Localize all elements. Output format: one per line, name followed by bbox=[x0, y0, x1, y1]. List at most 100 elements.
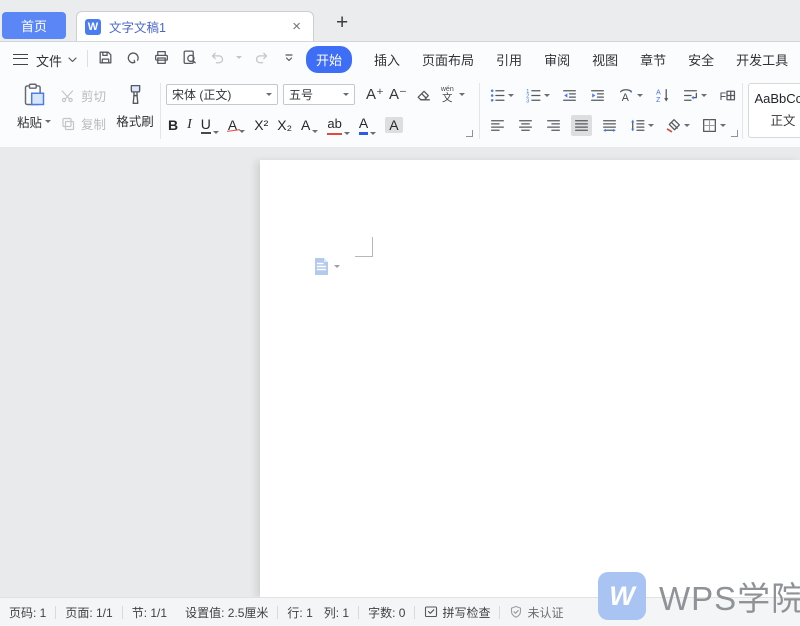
tab-review[interactable]: 审阅 bbox=[544, 50, 570, 69]
customize-toolbar-button[interactable] bbox=[280, 48, 298, 66]
tab-section[interactable]: 章节 bbox=[640, 50, 666, 69]
divider bbox=[160, 83, 161, 139]
bullets-dropdown-icon[interactable] bbox=[508, 94, 514, 97]
document-tab-title: 文字文稿1 bbox=[109, 17, 288, 36]
subscript-label: X₂ bbox=[277, 117, 292, 133]
line-spacing-button[interactable] bbox=[627, 115, 656, 136]
shading-button[interactable] bbox=[663, 115, 692, 136]
underline-dropdown-icon[interactable] bbox=[213, 131, 219, 134]
font-row-2: B I U A X² X₂ A ab A A bbox=[168, 113, 403, 137]
bullets-button[interactable] bbox=[487, 85, 516, 106]
paragraph-marks-dropdown-icon[interactable] bbox=[701, 94, 707, 97]
text-direction-button[interactable]: A bbox=[615, 85, 645, 106]
format-painter-label: 格式刷 bbox=[112, 111, 158, 130]
highlight-button[interactable]: ab bbox=[327, 116, 349, 135]
font-size-select[interactable]: 五号 bbox=[283, 84, 355, 105]
tab-references[interactable]: 引用 bbox=[496, 50, 522, 69]
document-tab[interactable]: W 文字文稿1 × bbox=[76, 11, 314, 41]
paragraph-marks-button[interactable] bbox=[680, 85, 709, 106]
paste-dropdown-icon[interactable] bbox=[45, 120, 51, 123]
svg-text:3: 3 bbox=[526, 98, 529, 104]
numbering-button[interactable]: 123 bbox=[523, 85, 552, 106]
doc-assistant-dropdown-icon[interactable] bbox=[334, 265, 340, 268]
text-effects-button[interactable]: A bbox=[301, 117, 318, 133]
highlight-dropdown-icon[interactable] bbox=[344, 132, 350, 135]
bold-button[interactable]: B bbox=[168, 117, 178, 133]
clear-format-button[interactable] bbox=[415, 86, 432, 103]
tab-page-layout[interactable]: 页面布局 bbox=[422, 50, 474, 69]
chevron-down-icon[interactable] bbox=[68, 57, 77, 63]
redo-button[interactable] bbox=[252, 48, 270, 66]
new-tab-button[interactable]: + bbox=[332, 12, 352, 33]
align-justify-button[interactable] bbox=[571, 115, 592, 136]
paragraph-layout-icon: F bbox=[718, 87, 736, 104]
decrease-indent-button[interactable] bbox=[559, 85, 580, 106]
copy-button[interactable]: 复制 bbox=[60, 114, 106, 133]
paragraph-layout-button[interactable]: F bbox=[716, 85, 738, 106]
shading-dropdown-icon[interactable] bbox=[684, 124, 690, 127]
export-pdf-button[interactable] bbox=[124, 48, 142, 66]
paragraph-row-1: 123 A AZ bbox=[487, 84, 738, 106]
paragraph-dialog-launcher-icon[interactable] bbox=[731, 130, 738, 137]
strikethrough-dropdown-icon[interactable] bbox=[239, 130, 245, 133]
home-tab-button[interactable]: 首页 bbox=[2, 12, 66, 39]
font-family-select[interactable]: 宋体 (正文) bbox=[166, 84, 278, 105]
borders-dropdown-icon[interactable] bbox=[720, 124, 726, 127]
undo-button[interactable] bbox=[208, 48, 226, 66]
char-shading-button[interactable]: A bbox=[385, 117, 402, 133]
bold-label: B bbox=[168, 117, 178, 133]
tab-view[interactable]: 视图 bbox=[592, 50, 618, 69]
hamburger-menu-icon[interactable] bbox=[13, 54, 28, 65]
style-card-body-text[interactable]: AaBbCcD 正文 bbox=[748, 83, 800, 138]
subscript-button[interactable]: X₂ bbox=[277, 117, 292, 133]
close-icon[interactable]: × bbox=[288, 17, 305, 36]
text-effects-dropdown-icon[interactable] bbox=[312, 130, 318, 133]
sort-button[interactable]: AZ bbox=[652, 85, 673, 106]
tab-dev-tools[interactable]: 开发工具 bbox=[736, 50, 788, 69]
font-dialog-launcher-icon[interactable] bbox=[466, 130, 473, 137]
pinyin-dropdown-icon[interactable] bbox=[459, 93, 465, 96]
borders-button[interactable] bbox=[699, 115, 728, 136]
status-pages[interactable]: 页面: 1/1 bbox=[56, 604, 121, 621]
cert-status-button[interactable]: 未认证 bbox=[500, 604, 572, 621]
spell-check-button[interactable]: 拼写检查 bbox=[415, 604, 499, 621]
paste-button[interactable]: 粘贴 bbox=[12, 82, 56, 131]
numbering-dropdown-icon[interactable] bbox=[544, 94, 550, 97]
align-right-button[interactable] bbox=[543, 115, 564, 136]
align-center-button[interactable] bbox=[515, 115, 536, 136]
align-left-icon bbox=[489, 117, 506, 134]
pinyin-guide-button[interactable]: wén 文 bbox=[441, 86, 454, 104]
shrink-font-button[interactable]: A⁻ bbox=[389, 87, 407, 103]
italic-button[interactable]: I bbox=[187, 117, 192, 133]
document-page[interactable] bbox=[260, 160, 800, 597]
font-color-dropdown-icon[interactable] bbox=[370, 132, 376, 135]
save-button[interactable] bbox=[96, 48, 114, 66]
window-tab-bar: 首页 W 文字文稿1 × + bbox=[0, 0, 800, 42]
italic-label: I bbox=[187, 117, 192, 133]
file-menu[interactable]: 文件 bbox=[36, 51, 62, 70]
cut-button[interactable]: 剪切 bbox=[60, 86, 106, 105]
superscript-button[interactable]: X² bbox=[254, 117, 268, 133]
align-left-button[interactable] bbox=[487, 115, 508, 136]
status-word-count[interactable]: 字数: 0 bbox=[359, 604, 414, 621]
cert-status-label: 未认证 bbox=[527, 604, 563, 621]
print-button[interactable] bbox=[152, 48, 170, 66]
strikethrough-button[interactable]: A bbox=[228, 117, 245, 133]
underline-button[interactable]: U bbox=[201, 116, 219, 134]
tab-start[interactable]: 开始 bbox=[306, 46, 352, 73]
distribute-button[interactable] bbox=[599, 115, 620, 136]
cut-copy-group: 剪切 复制 bbox=[60, 86, 106, 133]
doc-assistant-icon[interactable] bbox=[313, 257, 330, 276]
font-color-button[interactable]: A bbox=[359, 115, 376, 135]
print-preview-button[interactable] bbox=[180, 48, 198, 66]
margin-corner-mark bbox=[372, 237, 373, 257]
margin-corner-mark bbox=[355, 256, 373, 257]
tab-security[interactable]: 安全 bbox=[688, 50, 714, 69]
format-painter-button[interactable]: 格式刷 bbox=[112, 82, 158, 130]
line-spacing-dropdown-icon[interactable] bbox=[648, 124, 654, 127]
grow-font-button[interactable]: A⁺ bbox=[366, 87, 384, 103]
tab-insert[interactable]: 插入 bbox=[374, 50, 400, 69]
undo-dropdown-icon[interactable] bbox=[236, 56, 242, 59]
increase-indent-button[interactable] bbox=[587, 85, 608, 106]
text-direction-dropdown-icon[interactable] bbox=[637, 94, 643, 97]
